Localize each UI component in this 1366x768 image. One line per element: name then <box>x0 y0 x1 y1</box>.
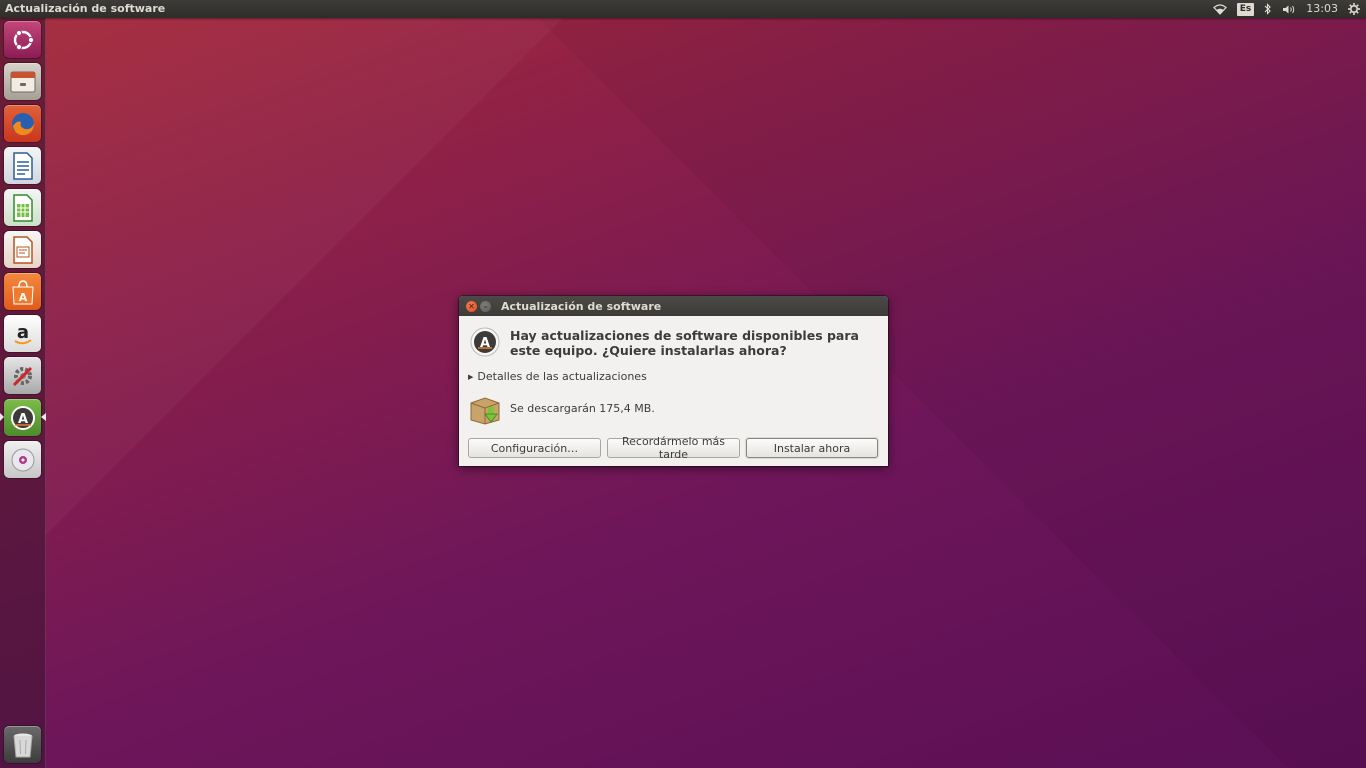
keyboard-layout-label: Es <box>1236 2 1255 16</box>
dialog-body: A Hay actualizaciones de software dispon… <box>459 316 888 466</box>
details-label: Detalles de las actualizaciones <box>477 370 647 383</box>
download-size-text: Se descargarán 175,4 MB. <box>510 402 655 415</box>
volume-icon[interactable] <box>1282 0 1296 18</box>
keyboard-layout-indicator[interactable]: Es <box>1236 0 1255 18</box>
clock[interactable]: 13:03 <box>1306 0 1338 18</box>
details-expander[interactable]: ▶ Detalles de las actualizaciones <box>468 370 647 383</box>
dvd-icon[interactable] <box>4 441 41 478</box>
software-center-icon[interactable]: A <box>4 273 41 310</box>
software-updater-dialog: ✕ – Actualización de software A Hay actu… <box>459 296 888 466</box>
system-settings-icon[interactable] <box>4 357 41 394</box>
active-window-title: Actualización de software <box>5 2 166 15</box>
bluetooth-icon[interactable] <box>1264 0 1272 18</box>
close-icon[interactable]: ✕ <box>466 300 477 312</box>
top-panel: Actualización de software Es 13:03 <box>0 0 1366 18</box>
settings-button[interactable]: Configuración… <box>468 438 601 458</box>
launcher: A a A <box>0 18 46 768</box>
files-icon[interactable] <box>4 63 41 100</box>
dialog-titlebar[interactable]: ✕ – Actualización de software <box>459 296 888 316</box>
running-indicator <box>0 413 4 421</box>
trash-icon[interactable] <box>4 726 41 763</box>
package-download-icon <box>469 394 501 426</box>
amazon-icon[interactable]: a <box>4 315 41 352</box>
svg-text:a: a <box>16 322 28 343</box>
wifi-icon[interactable] <box>1212 0 1227 18</box>
active-indicator <box>41 413 46 421</box>
install-now-button[interactable]: Instalar ahora <box>746 438 878 458</box>
indicator-area: Es 13:03 <box>1212 0 1366 18</box>
dialog-headline: Hay actualizaciones de software disponib… <box>510 328 859 358</box>
expander-arrow-icon: ▶ <box>468 372 474 381</box>
firefox-icon[interactable] <box>4 105 41 142</box>
software-updater-icon: A <box>469 326 501 358</box>
software-updater-icon[interactable]: A <box>4 399 41 436</box>
libreoffice-writer-icon[interactable] <box>4 147 41 184</box>
minimize-icon[interactable]: – <box>480 300 491 312</box>
gear-icon[interactable] <box>1348 0 1360 18</box>
ubuntu-dash-icon[interactable] <box>4 21 41 58</box>
libreoffice-calc-icon[interactable] <box>4 189 41 226</box>
remind-later-button[interactable]: Recordármelo más tarde <box>607 435 740 461</box>
dialog-title: Actualización de software <box>501 299 662 313</box>
svg-text:A: A <box>18 291 27 304</box>
libreoffice-impress-icon[interactable] <box>4 231 41 268</box>
